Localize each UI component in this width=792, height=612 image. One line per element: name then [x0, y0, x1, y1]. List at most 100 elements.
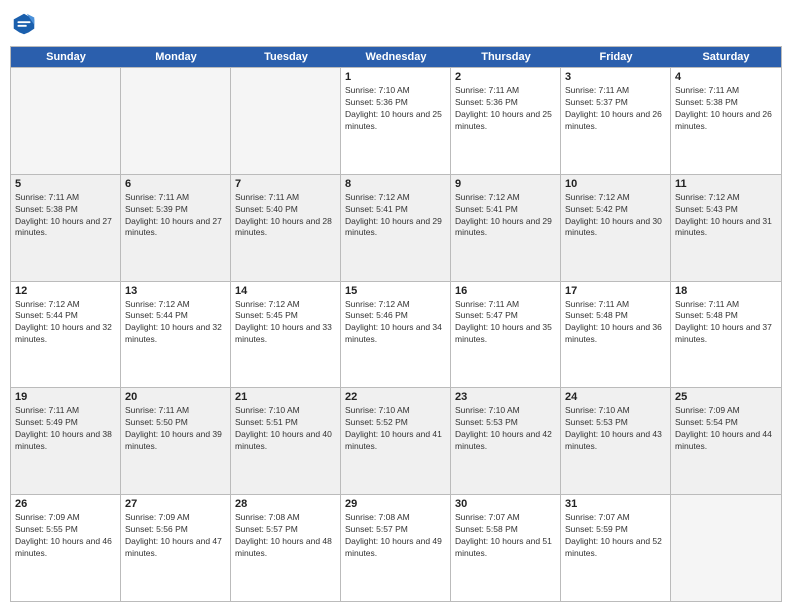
day-info: Sunrise: 7:10 AM Sunset: 5:53 PM Dayligh… — [565, 405, 666, 453]
day-number: 22 — [345, 391, 446, 403]
day-info: Sunrise: 7:11 AM Sunset: 5:48 PM Dayligh… — [565, 299, 666, 347]
calendar: SundayMondayTuesdayWednesdayThursdayFrid… — [10, 46, 782, 602]
day-cell: 27 Sunrise: 7:09 AM Sunset: 5:56 PM Dayli… — [121, 495, 231, 601]
day-number: 7 — [235, 178, 336, 190]
header — [10, 10, 782, 38]
day-cell — [11, 68, 121, 174]
day-info: Sunrise: 7:12 AM Sunset: 5:46 PM Dayligh… — [345, 299, 446, 347]
day-cell: 12 Sunrise: 7:12 AM Sunset: 5:44 PM Dayli… — [11, 282, 121, 388]
week-row: 5 Sunrise: 7:11 AM Sunset: 5:38 PM Daylig… — [11, 174, 781, 281]
week-row: 12 Sunrise: 7:12 AM Sunset: 5:44 PM Dayli… — [11, 281, 781, 388]
day-cell: 3 Sunrise: 7:11 AM Sunset: 5:37 PM Daylig… — [561, 68, 671, 174]
day-number: 5 — [15, 178, 116, 190]
week-row: 1Sunrise: 7:10 AM Sunset: 5:36 PM Daylig… — [11, 67, 781, 174]
day-cell: 31Sunrise: 7:07 AM Sunset: 5:59 PM Dayli… — [561, 495, 671, 601]
page: SundayMondayTuesdayWednesdayThursdayFrid… — [0, 0, 792, 612]
day-info: Sunrise: 7:12 AM Sunset: 5:44 PM Dayligh… — [15, 299, 116, 347]
day-header: Sunday — [11, 47, 121, 67]
day-info: Sunrise: 7:11 AM Sunset: 5:47 PM Dayligh… — [455, 299, 556, 347]
calendar-body: 1Sunrise: 7:10 AM Sunset: 5:36 PM Daylig… — [11, 67, 781, 601]
day-info: Sunrise: 7:07 AM Sunset: 5:58 PM Dayligh… — [455, 512, 556, 560]
day-cell: 9Sunrise: 7:12 AM Sunset: 5:41 PM Daylig… — [451, 175, 561, 281]
day-cell: 24Sunrise: 7:10 AM Sunset: 5:53 PM Dayli… — [561, 388, 671, 494]
day-info: Sunrise: 7:10 AM Sunset: 5:53 PM Dayligh… — [455, 405, 556, 453]
day-info: Sunrise: 7:12 AM Sunset: 5:43 PM Dayligh… — [675, 192, 777, 240]
day-cell: 6 Sunrise: 7:11 AM Sunset: 5:39 PM Daylig… — [121, 175, 231, 281]
day-number: 26 — [15, 498, 116, 510]
day-info: Sunrise: 7:11 AM Sunset: 5:37 PM Dayligh… — [565, 85, 666, 133]
day-number: 25 — [675, 391, 777, 403]
day-info: Sunrise: 7:11 AM Sunset: 5:38 PM Dayligh… — [15, 192, 116, 240]
day-number: 8 — [345, 178, 446, 190]
day-info: Sunrise: 7:09 AM Sunset: 5:55 PM Dayligh… — [15, 512, 116, 560]
day-info: Sunrise: 7:08 AM Sunset: 5:57 PM Dayligh… — [345, 512, 446, 560]
day-info: Sunrise: 7:08 AM Sunset: 5:57 PM Dayligh… — [235, 512, 336, 560]
day-number: 10 — [565, 178, 666, 190]
day-cell: 11 Sunrise: 7:12 AM Sunset: 5:43 PM Dayli… — [671, 175, 781, 281]
day-header: Tuesday — [231, 47, 341, 67]
day-cell: 10Sunrise: 7:12 AM Sunset: 5:42 PM Dayli… — [561, 175, 671, 281]
day-cell: 13 Sunrise: 7:12 AM Sunset: 5:44 PM Dayli… — [121, 282, 231, 388]
logo-icon — [10, 10, 38, 38]
day-cell: 28 Sunrise: 7:08 AM Sunset: 5:57 PM Dayli… — [231, 495, 341, 601]
day-cell: 19 Sunrise: 7:11 AM Sunset: 5:49 PM Dayli… — [11, 388, 121, 494]
day-number: 4 — [675, 71, 777, 83]
day-number: 13 — [125, 285, 226, 297]
day-header: Thursday — [451, 47, 561, 67]
day-number: 15 — [345, 285, 446, 297]
day-info: Sunrise: 7:12 AM Sunset: 5:45 PM Dayligh… — [235, 299, 336, 347]
day-cell: 16 Sunrise: 7:11 AM Sunset: 5:47 PM Dayli… — [451, 282, 561, 388]
day-cell: 5 Sunrise: 7:11 AM Sunset: 5:38 PM Daylig… — [11, 175, 121, 281]
day-info: Sunrise: 7:11 AM Sunset: 5:49 PM Dayligh… — [15, 405, 116, 453]
day-number: 16 — [455, 285, 556, 297]
day-cell: 2Sunrise: 7:11 AM Sunset: 5:36 PM Daylig… — [451, 68, 561, 174]
day-number: 17 — [565, 285, 666, 297]
day-cell: 30 Sunrise: 7:07 AM Sunset: 5:58 PM Dayli… — [451, 495, 561, 601]
day-info: Sunrise: 7:11 AM Sunset: 5:40 PM Dayligh… — [235, 192, 336, 240]
day-number: 20 — [125, 391, 226, 403]
day-number: 6 — [125, 178, 226, 190]
day-info: Sunrise: 7:11 AM Sunset: 5:39 PM Dayligh… — [125, 192, 226, 240]
day-number: 27 — [125, 498, 226, 510]
day-info: Sunrise: 7:11 AM Sunset: 5:36 PM Dayligh… — [455, 85, 556, 133]
day-headers: SundayMondayTuesdayWednesdayThursdayFrid… — [11, 47, 781, 67]
day-cell: 17 Sunrise: 7:11 AM Sunset: 5:48 PM Dayli… — [561, 282, 671, 388]
day-cell: 8 Sunrise: 7:12 AM Sunset: 5:41 PM Daylig… — [341, 175, 451, 281]
day-number: 23 — [455, 391, 556, 403]
day-info: Sunrise: 7:10 AM Sunset: 5:36 PM Dayligh… — [345, 85, 446, 133]
day-number: 29 — [345, 498, 446, 510]
day-cell: 23 Sunrise: 7:10 AM Sunset: 5:53 PM Dayli… — [451, 388, 561, 494]
day-info: Sunrise: 7:12 AM Sunset: 5:44 PM Dayligh… — [125, 299, 226, 347]
day-info: Sunrise: 7:12 AM Sunset: 5:41 PM Dayligh… — [345, 192, 446, 240]
day-info: Sunrise: 7:09 AM Sunset: 5:56 PM Dayligh… — [125, 512, 226, 560]
day-cell — [121, 68, 231, 174]
day-info: Sunrise: 7:11 AM Sunset: 5:50 PM Dayligh… — [125, 405, 226, 453]
day-cell: 15 Sunrise: 7:12 AM Sunset: 5:46 PM Dayli… — [341, 282, 451, 388]
day-number: 28 — [235, 498, 336, 510]
day-cell: 7 Sunrise: 7:11 AM Sunset: 5:40 PM Daylig… — [231, 175, 341, 281]
day-number: 3 — [565, 71, 666, 83]
day-cell — [231, 68, 341, 174]
day-header: Friday — [561, 47, 671, 67]
day-number: 21 — [235, 391, 336, 403]
day-header: Saturday — [671, 47, 781, 67]
day-number: 19 — [15, 391, 116, 403]
day-number: 31 — [565, 498, 666, 510]
day-info: Sunrise: 7:11 AM Sunset: 5:38 PM Dayligh… — [675, 85, 777, 133]
day-cell: 29 Sunrise: 7:08 AM Sunset: 5:57 PM Dayli… — [341, 495, 451, 601]
day-info: Sunrise: 7:10 AM Sunset: 5:51 PM Dayligh… — [235, 405, 336, 453]
day-header: Monday — [121, 47, 231, 67]
week-row: 26 Sunrise: 7:09 AM Sunset: 5:55 PM Dayli… — [11, 494, 781, 601]
day-cell: 4 Sunrise: 7:11 AM Sunset: 5:38 PM Daylig… — [671, 68, 781, 174]
day-cell: 25Sunrise: 7:09 AM Sunset: 5:54 PM Dayli… — [671, 388, 781, 494]
week-row: 19 Sunrise: 7:11 AM Sunset: 5:49 PM Dayli… — [11, 387, 781, 494]
day-number: 12 — [15, 285, 116, 297]
day-cell: 22Sunrise: 7:10 AM Sunset: 5:52 PM Dayli… — [341, 388, 451, 494]
day-cell: 18Sunrise: 7:11 AM Sunset: 5:48 PM Dayli… — [671, 282, 781, 388]
day-number: 11 — [675, 178, 777, 190]
day-number: 30 — [455, 498, 556, 510]
day-number: 9 — [455, 178, 556, 190]
day-cell: 20 Sunrise: 7:11 AM Sunset: 5:50 PM Dayli… — [121, 388, 231, 494]
day-number: 18 — [675, 285, 777, 297]
day-cell: 26 Sunrise: 7:09 AM Sunset: 5:55 PM Dayli… — [11, 495, 121, 601]
